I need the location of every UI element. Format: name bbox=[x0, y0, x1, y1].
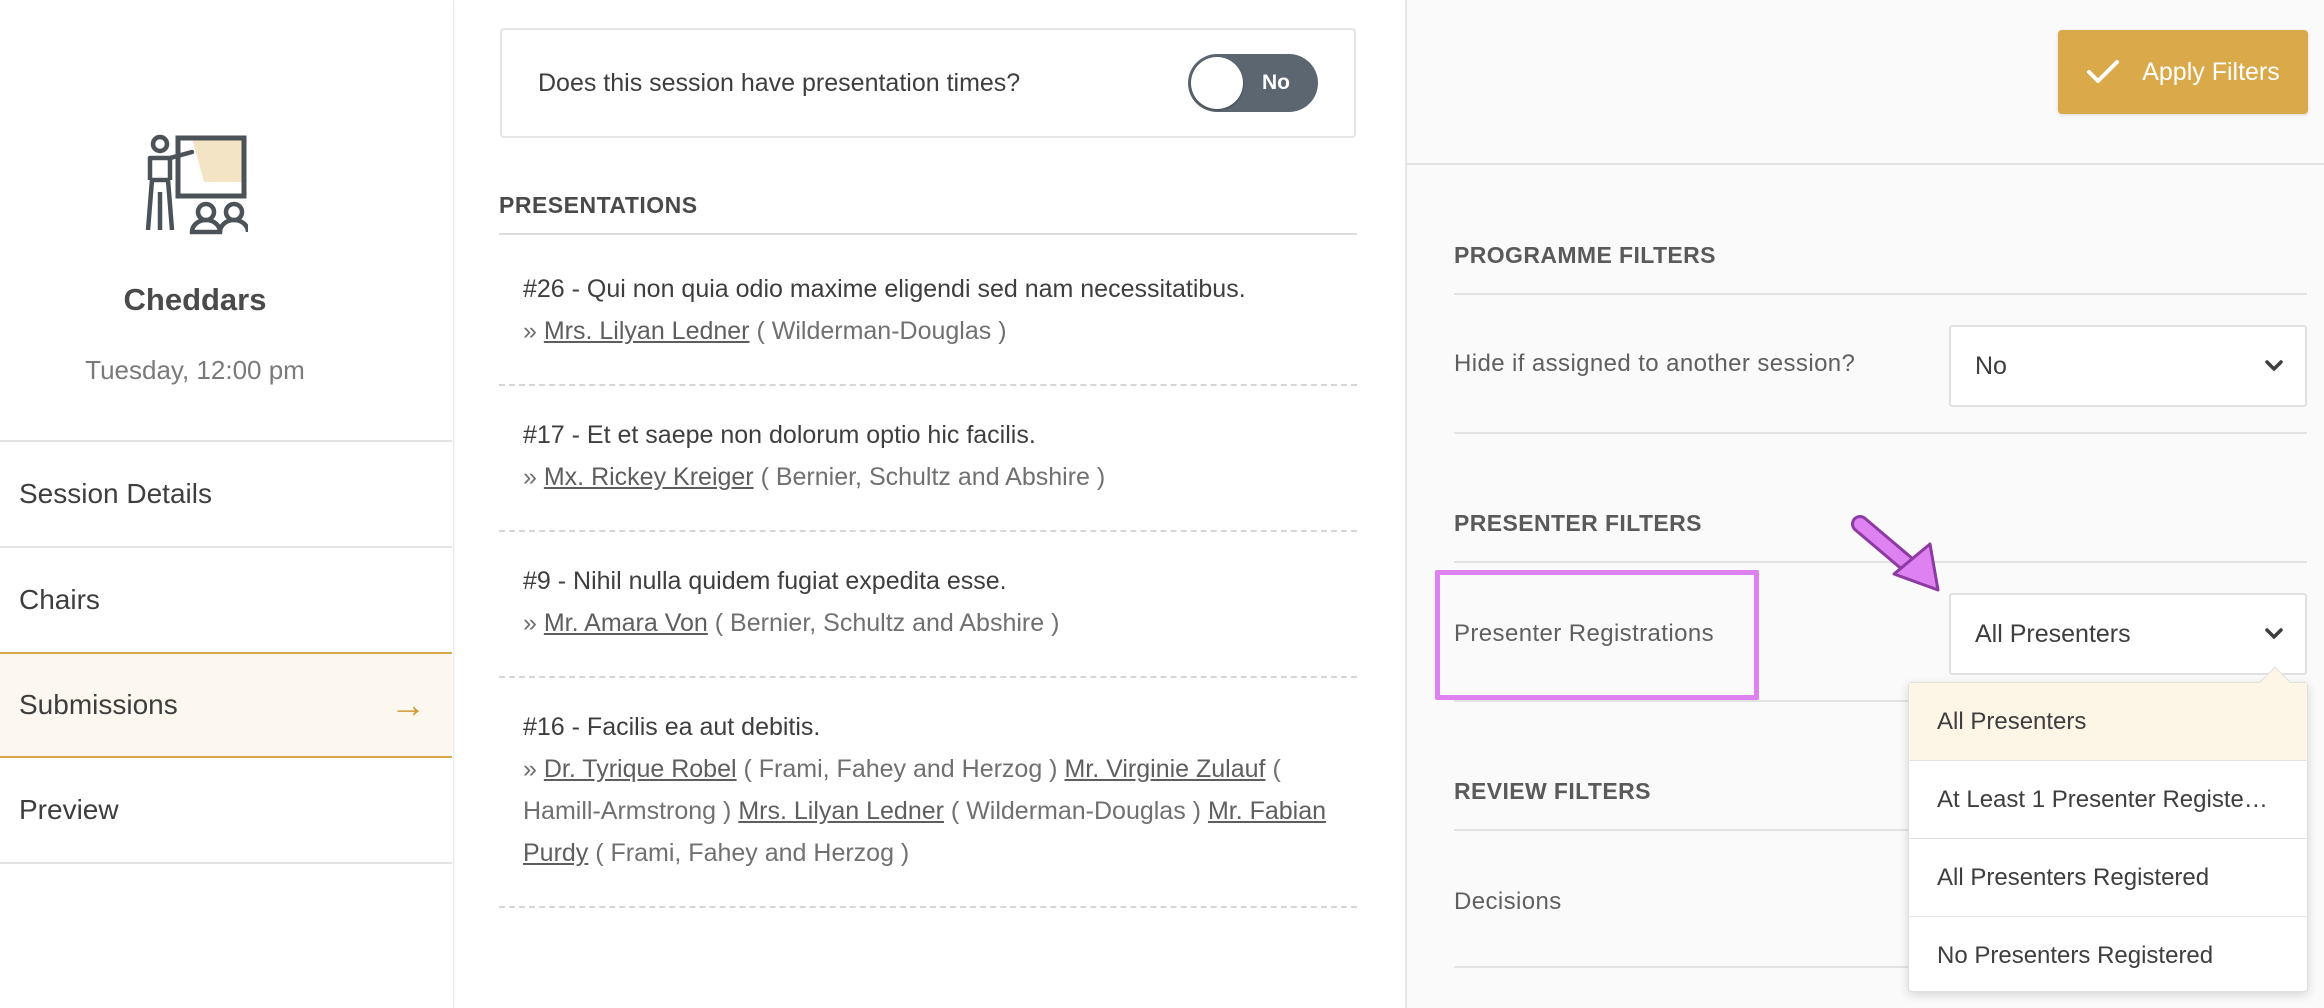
divider bbox=[1454, 432, 2307, 434]
author-link[interactable]: Mrs. Lilyan Ledner bbox=[738, 797, 944, 825]
presenter-registrations-select[interactable]: All Presenters bbox=[1949, 593, 2307, 675]
presentations-list: #26 - Qui non quia odio maxime eligendi … bbox=[499, 240, 1357, 908]
chevron-down-icon bbox=[2265, 628, 2283, 639]
list-item: #17 - Et et saepe non dolorum optio hic … bbox=[499, 386, 1357, 532]
author-org: ( Wilderman-Douglas ) bbox=[756, 317, 1007, 345]
presentation-times-question: Does this session have presentation time… bbox=[538, 68, 1021, 97]
list-item: #26 - Qui non quia odio maxime eligendi … bbox=[499, 240, 1357, 386]
apply-filters-button[interactable]: Apply Filters bbox=[2058, 30, 2308, 114]
dropdown-option-none-registered[interactable]: No Presenters Registered bbox=[1909, 917, 2307, 995]
sidebar-nav: Session Details Chairs Submissions → Pre… bbox=[0, 440, 452, 864]
presentation-title: #16 - Facilis ea aut debitis. bbox=[523, 713, 821, 741]
hide-assigned-label: Hide if assigned to another session? bbox=[1454, 350, 1856, 377]
session-time: Tuesday, 12:00 pm bbox=[85, 355, 305, 385]
apply-filters-label: Apply Filters bbox=[2142, 57, 2280, 86]
decisions-label: Decisions bbox=[1454, 888, 1562, 915]
presentation-authors: » Mx. Rickey Kreiger ( Bernier, Schultz … bbox=[523, 456, 1333, 498]
sidebar-item-label: Session Details bbox=[19, 478, 212, 509]
presenter-filters-heading: PRESENTER FILTERS bbox=[1454, 510, 2307, 563]
presentation-authors: » Mr. Amara Von ( Bernier, Schultz and A… bbox=[523, 602, 1333, 644]
presenter-registrations-value: All Presenters bbox=[1975, 619, 2131, 648]
chevron-down-icon bbox=[2265, 360, 2283, 371]
hide-assigned-value: No bbox=[1975, 351, 2007, 380]
session-title: Cheddars bbox=[123, 282, 267, 317]
filters-toolbar: Apply Filters bbox=[1407, 0, 2324, 165]
author-prefix: » bbox=[523, 609, 537, 637]
presentations-heading: PRESENTATIONS bbox=[499, 192, 1357, 235]
presentation-title: #9 - Nihil nulla quidem fugiat expedita … bbox=[523, 567, 1007, 595]
presentation-times-toggle[interactable]: No bbox=[1188, 54, 1318, 112]
author-link[interactable]: Mx. Rickey Kreiger bbox=[544, 463, 754, 491]
author-prefix: » bbox=[523, 755, 537, 783]
option-label: All Presenters Registered bbox=[1937, 863, 2210, 891]
hide-assigned-select[interactable]: No bbox=[1949, 325, 2307, 407]
presenter-registrations-label: Presenter Registrations bbox=[1454, 620, 1714, 647]
sidebar: Cheddars Tuesday, 12:00 pm Session Detai… bbox=[0, 0, 454, 1008]
presentation-authors: » Mrs. Lilyan Ledner ( Wilderman-Douglas… bbox=[523, 310, 1333, 352]
arrow-right-icon: → bbox=[390, 684, 426, 725]
sidebar-item-label: Chairs bbox=[19, 584, 100, 615]
option-label: No Presenters Registered bbox=[1937, 942, 2214, 969]
presenter-board-icon bbox=[145, 134, 248, 235]
author-prefix: » bbox=[523, 463, 537, 491]
presentation-times-card: Does this session have presentation time… bbox=[500, 28, 1356, 138]
programme-filters-heading: PROGRAMME FILTERS bbox=[1454, 242, 2307, 295]
author-org: ( Bernier, Schultz and Abshire ) bbox=[760, 463, 1106, 491]
presenter-registrations-dropdown: All Presenters At Least 1 Presenter Regi… bbox=[1908, 666, 2308, 995]
toggle-value: No bbox=[1262, 71, 1290, 94]
author-org: ( Frami, Fahey and Herzog ) bbox=[595, 839, 910, 867]
list-item: #16 - Facilis ea aut debitis. » Dr. Tyri… bbox=[499, 678, 1357, 908]
author-link[interactable]: Mr. Amara Von bbox=[544, 609, 708, 637]
dropdown-option-all-registered[interactable]: All Presenters Registered bbox=[1909, 839, 2307, 917]
toggle-knob bbox=[1191, 57, 1243, 109]
sidebar-item-label: Submissions bbox=[19, 689, 178, 720]
author-org: ( Wilderman-Douglas ) bbox=[950, 797, 1201, 825]
main-content: Does this session have presentation time… bbox=[455, 0, 1405, 1008]
sidebar-item-preview[interactable]: Preview bbox=[0, 758, 452, 864]
presentation-title: #26 - Qui non quia odio maxime eligendi … bbox=[523, 275, 1246, 303]
sidebar-item-submissions[interactable]: Submissions → bbox=[0, 652, 452, 758]
author-link[interactable]: Mrs. Lilyan Ledner bbox=[544, 317, 750, 345]
option-label: At Least 1 Presenter Registe… bbox=[1937, 785, 2268, 813]
dropdown-option-at-least-one[interactable]: At Least 1 Presenter Registe… bbox=[1909, 761, 2307, 839]
dropdown-option-all-presenters[interactable]: All Presenters bbox=[1909, 683, 2307, 761]
sidebar-item-chairs[interactable]: Chairs bbox=[0, 546, 452, 652]
sidebar-item-session-details[interactable]: Session Details bbox=[0, 440, 452, 546]
presentation-title: #17 - Et et saepe non dolorum optio hic … bbox=[523, 421, 1036, 449]
presentation-authors: » Dr. Tyrique Robel ( Frami, Fahey and H… bbox=[523, 748, 1333, 874]
check-icon bbox=[2087, 60, 2120, 83]
list-item: #9 - Nihil nulla quidem fugiat expedita … bbox=[499, 532, 1357, 678]
author-org: ( Bernier, Schultz and Abshire ) bbox=[714, 609, 1060, 637]
option-label: All Presenters bbox=[1937, 707, 2087, 735]
author-prefix: » bbox=[523, 317, 537, 345]
sidebar-item-label: Preview bbox=[19, 794, 119, 825]
author-link[interactable]: Mr. Virginie Zulauf bbox=[1064, 755, 1265, 783]
author-link[interactable]: Dr. Tyrique Robel bbox=[544, 755, 737, 783]
author-org: ( Frami, Fahey and Herzog ) bbox=[743, 755, 1058, 783]
